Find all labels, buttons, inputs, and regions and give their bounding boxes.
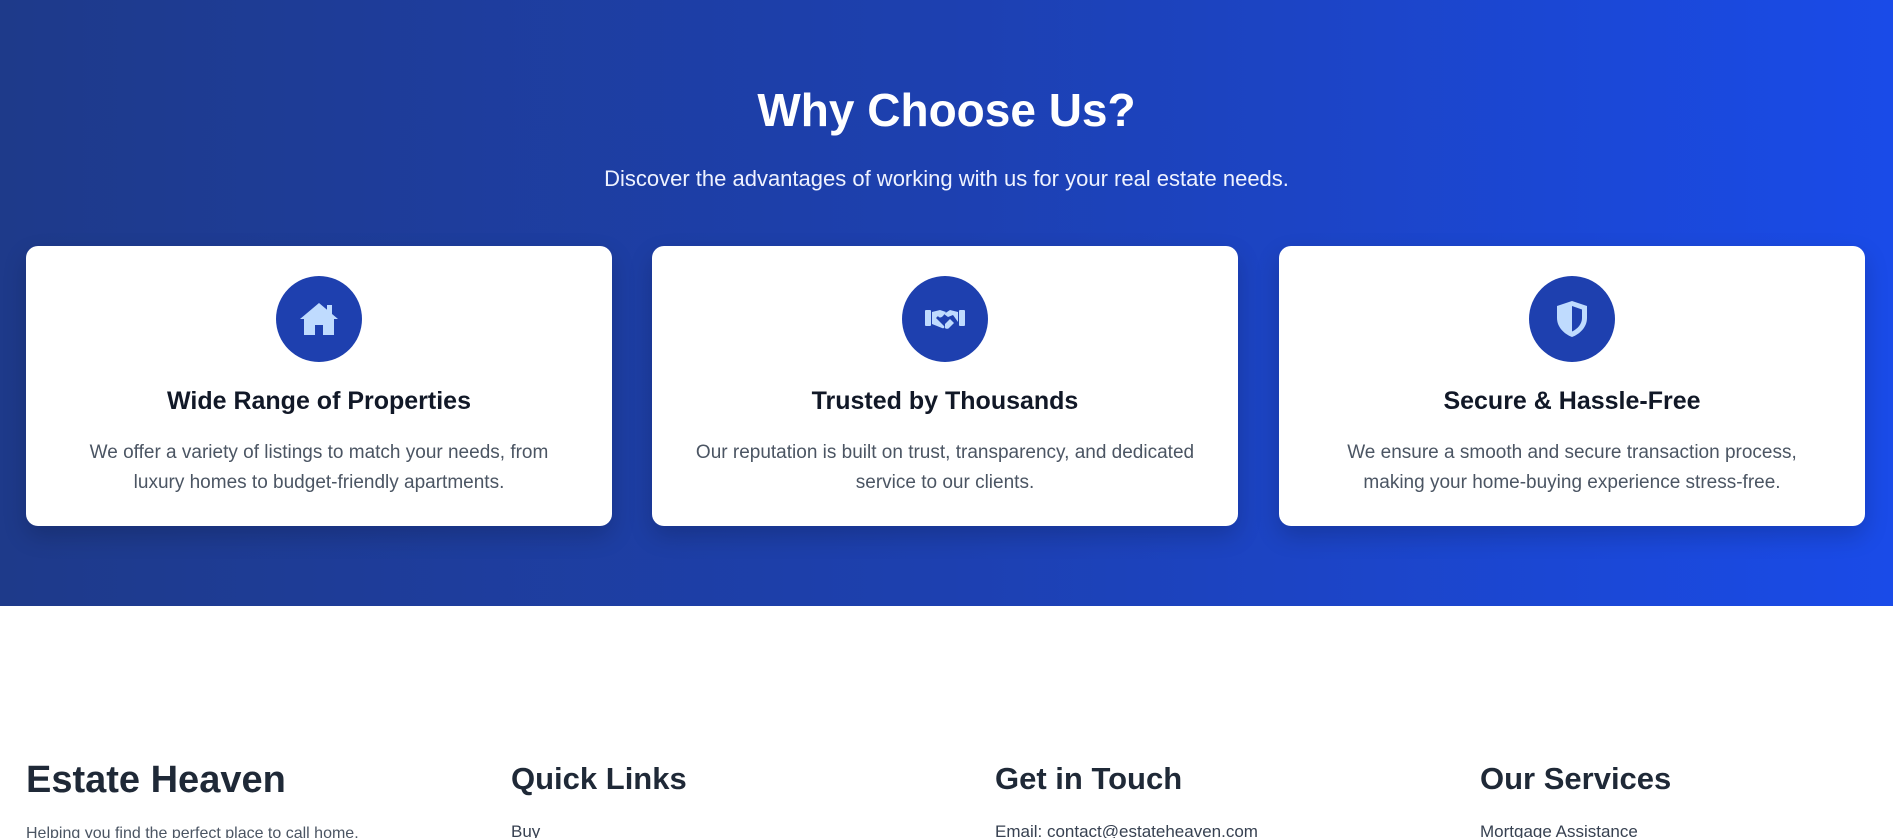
quick-links-heading: Quick Links (511, 761, 687, 796)
handshake-icon (902, 276, 988, 362)
feature-card-trusted: Trusted by Thousands Our reputation is b… (652, 246, 1238, 526)
services-heading: Our Services (1480, 761, 1672, 796)
section-title: Why Choose Us? (757, 84, 1136, 136)
feature-card-description: Our reputation is built on trust, transp… (695, 442, 1195, 493)
shield-icon (1529, 276, 1615, 362)
feature-card-title: Secure & Hassle-Free (1443, 387, 1701, 415)
brand-tagline: Helping you find the perfect place to ca… (26, 825, 359, 838)
section-subtitle: Discover the advantages of working with … (604, 166, 1289, 191)
house-icon (276, 276, 362, 362)
service-link-mortgage-assistance[interactable]: Mortgage Assistance (1480, 820, 1638, 838)
contact-email-link[interactable]: Email: contact@estateheaven.com (995, 820, 1258, 838)
feature-card-title: Wide Range of Properties (167, 387, 471, 415)
footer-services-column: Our Services Mortgage Assistance (1480, 606, 1893, 838)
feature-card-properties: Wide Range of Properties We offer a vari… (26, 246, 612, 526)
footer-link-buy[interactable]: Buy (511, 820, 540, 838)
feature-card-description: We offer a variety of listings to match … (89, 442, 549, 493)
site-footer: Estate Heaven Helping you find the perfe… (0, 606, 1893, 838)
feature-card-description: We ensure a smooth and secure transactio… (1347, 442, 1797, 493)
feature-card-title: Trusted by Thousands (811, 387, 1079, 415)
feature-card-secure: Secure & Hassle-Free We ensure a smooth … (1279, 246, 1865, 526)
contact-heading: Get in Touch (995, 761, 1183, 796)
footer-quick-links-column: Quick Links Buy (511, 606, 951, 838)
footer-brand-column: Estate Heaven Helping you find the perfe… (26, 606, 466, 838)
why-choose-us-section: Why Choose Us? Discover the advantages o… (0, 0, 1893, 606)
brand-name: Estate Heaven (26, 759, 286, 801)
footer-contact-column: Get in Touch Email: contact@estateheaven… (995, 606, 1435, 838)
